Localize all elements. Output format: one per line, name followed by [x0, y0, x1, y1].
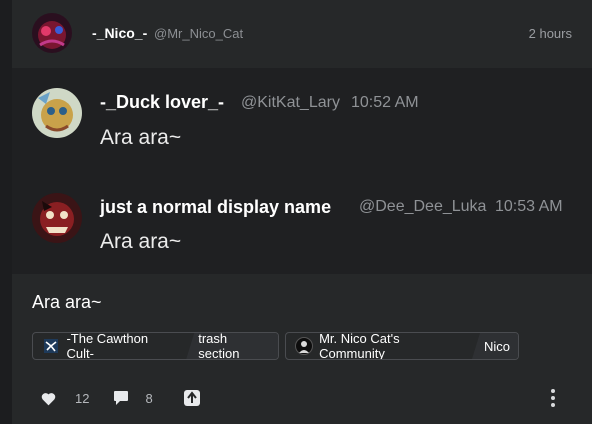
quoted-author-handle[interactable]: @KitKat_Lary — [241, 94, 340, 112]
comment-count: 8 — [145, 390, 153, 406]
quoted-author-name[interactable]: -_Duck lover_- — [100, 92, 224, 113]
author-handle[interactable]: @Mr_Nico_Cat — [154, 26, 243, 41]
quoted-message-text: Ara ara~ — [100, 230, 182, 253]
post-actions: 12 8 — [40, 388, 201, 408]
author-name[interactable]: -_Nico_- — [92, 25, 147, 41]
more-options-button[interactable] — [550, 389, 556, 407]
comment-icon — [114, 391, 129, 405]
community-section: Nico — [471, 333, 518, 359]
more-vertical-icon — [551, 389, 555, 393]
post-timestamp: 2 hours — [528, 26, 572, 41]
quoted-avatar[interactable] — [32, 88, 82, 138]
post-text: Ara ara~ — [32, 292, 102, 312]
quoted-author-handle[interactable]: @Dee_Dee_Luka — [359, 198, 486, 216]
community-tag[interactable]: Mr. Nico Cat's Community Nico — [285, 332, 519, 360]
like-button[interactable]: 12 — [40, 391, 89, 406]
share-icon — [183, 390, 200, 406]
community-icon — [41, 336, 60, 356]
community-name: -The Cawthon Cult- — [66, 332, 149, 360]
comment-button[interactable]: 8 — [113, 390, 153, 406]
quoted-timestamp: 10:52 AM — [351, 94, 419, 111]
community-section: trash section — [186, 333, 278, 359]
quoted-timestamp: 10:53 AM — [495, 198, 563, 215]
community-tag[interactable]: -The Cawthon Cult- trash section — [32, 332, 279, 360]
community-icon — [294, 336, 313, 356]
quoted-avatar[interactable] — [32, 193, 82, 243]
heart-icon — [41, 392, 56, 405]
share-button[interactable] — [183, 389, 201, 407]
quoted-author-name[interactable]: just a normal display name — [100, 197, 331, 218]
community-name: Mr. Nico Cat's Community — [319, 332, 400, 360]
author-avatar[interactable] — [32, 13, 72, 53]
like-count: 12 — [75, 390, 90, 406]
quoted-message-text: Ara ara~ — [100, 126, 182, 149]
